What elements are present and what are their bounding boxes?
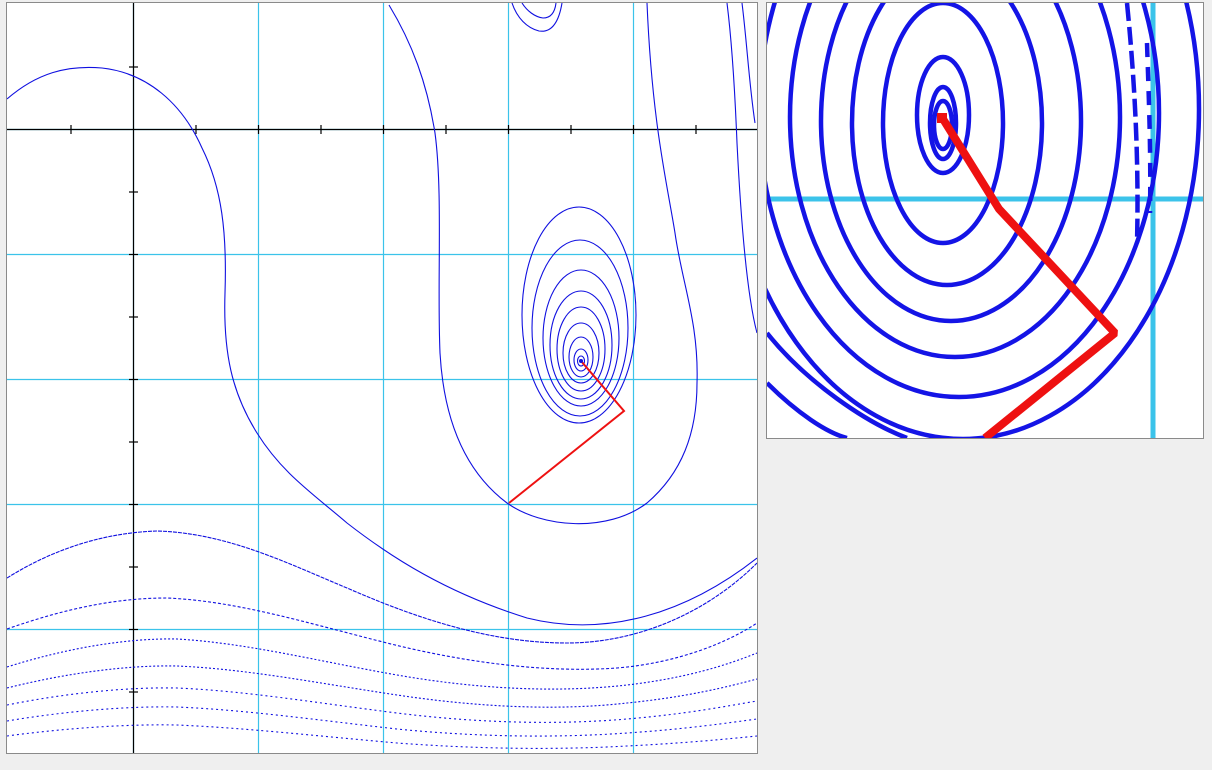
contour-lower-1: [7, 530, 757, 644]
zoom-contour-right-2: [1144, 42, 1153, 214]
axes: [7, 3, 757, 753]
contour-ring-3: [542, 269, 620, 407]
contour-lower-6: [7, 706, 757, 737]
contour-lower-5: [7, 687, 757, 723]
contour-lower-3: [7, 638, 757, 690]
contour-plot-panel[interactable]: [6, 2, 758, 754]
contour-plot-canvas[interactable]: [7, 3, 757, 753]
grid-lines: [7, 3, 757, 753]
contour-far-right-2: [726, 3, 757, 334]
zoom-minimum-point: [937, 113, 947, 123]
contour-top-small-1: [511, 3, 563, 32]
zoom-view-panel[interactable]: [766, 2, 1204, 439]
zoom-contour-ring-7: [787, 3, 1123, 360]
contour-far-right-1: [741, 3, 756, 124]
contour-lines: [7, 3, 757, 749]
contour-lower-2: [7, 597, 757, 670]
minimum-point: [579, 359, 583, 363]
zoomed-contour-lines: [767, 3, 1202, 438]
contour-top-left: [7, 66, 757, 626]
zoom-contour-right-1: [1124, 3, 1140, 244]
contour-ring-2: [531, 239, 629, 417]
contour-top-small-2: [521, 3, 557, 19]
contour-large-basin: [388, 3, 698, 525]
zoom-view-canvas[interactable]: [767, 3, 1203, 438]
contour-lower-7: [7, 724, 757, 749]
zoom-contour-lower-2: [767, 381, 848, 438]
contour-ring-6: [562, 322, 600, 384]
